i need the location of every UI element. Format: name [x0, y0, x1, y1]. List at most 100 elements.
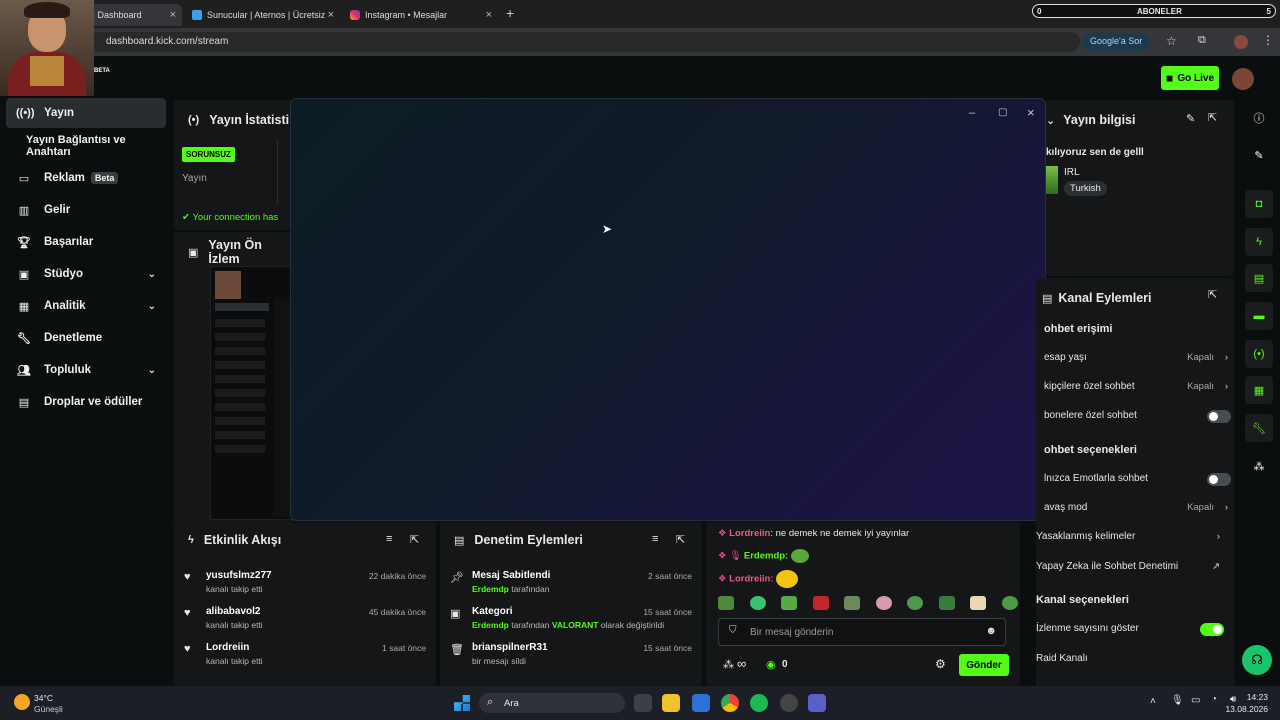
- emote-icon[interactable]: [718, 596, 734, 610]
- clock-time: 14:23: [1246, 692, 1268, 702]
- nodes-icon[interactable]: ⁂: [1245, 452, 1273, 480]
- sidebar-item-studyo[interactable]: ▣ Stüdyo ⌄: [6, 259, 166, 289]
- taskbar: 34°C Güneşli ⌕ Ara ˄ 🎙︎ ▭ ◔ 🔊︎ 14:23 13.…: [0, 686, 1280, 720]
- panel-title: Etkinlik Akışı: [203, 533, 282, 547]
- emote-icon[interactable]: [907, 596, 924, 610]
- popout-icon[interactable]: ⇱: [1208, 111, 1217, 124]
- wifi-icon[interactable]: ◔: [1211, 694, 1217, 705]
- toggle-switch[interactable]: [1200, 623, 1224, 636]
- close-icon[interactable]: ×: [170, 9, 176, 21]
- close-icon[interactable]: ×: [328, 9, 334, 21]
- popout-icon[interactable]: ⇱: [1208, 288, 1217, 301]
- emote-bar: [718, 596, 1018, 614]
- extensions-icon[interactable]: ⧉: [1198, 34, 1206, 47]
- sidebar-item-topluluk[interactable]: 👥︎ Topluluk ⌄: [6, 355, 166, 385]
- instagram-icon: [350, 10, 360, 20]
- tab-aternos[interactable]: Sunucular | Aternos | Ücretsiz M ×: [186, 4, 340, 26]
- sidebar-item-denetleme[interactable]: 🔧︎ Denetleme: [6, 323, 166, 353]
- edit-icon[interactable]: ✎: [1245, 141, 1273, 169]
- tab-dashboard[interactable]: ‹ Dashboard ×: [86, 4, 182, 26]
- minimize-icon[interactable]: –: [969, 107, 975, 119]
- url-field[interactable]: dashboard.kick.com/stream: [90, 32, 1080, 52]
- filter-icon[interactable]: ≡: [652, 533, 658, 545]
- toggle-switch[interactable]: [1207, 473, 1231, 486]
- category-thumbnail: [1046, 166, 1058, 194]
- sidebar-item-gelir[interactable]: ▥ Gelir: [6, 195, 166, 225]
- sidebar-item-analitik[interactable]: ▦ Analitik ⌄: [6, 291, 166, 321]
- nodes-icon[interactable]: ⁂: [723, 658, 734, 671]
- chart-icon: ▥: [18, 204, 30, 217]
- emote-icon[interactable]: [749, 596, 766, 610]
- emote-icon[interactable]: [812, 596, 829, 610]
- layout-icon[interactable]: ▦: [1245, 376, 1273, 404]
- google-ask-button[interactable]: Google'a Sor: [1082, 33, 1151, 51]
- cursor-icon: ➤: [602, 222, 613, 236]
- chat-icon[interactable]: ▬: [1245, 302, 1273, 330]
- drops-icon: ▤: [18, 396, 30, 409]
- wrench-icon[interactable]: 🔧︎: [1245, 414, 1273, 442]
- dashboard-header: BETA ◼ Go Live: [0, 56, 1280, 98]
- sidebar-item-yayin[interactable]: ((•)) Yayın: [6, 98, 166, 128]
- weather-text: Güneşli: [34, 704, 63, 714]
- chat-input[interactable]: ⛉ Bir mesaj gönderin ☻: [718, 618, 1006, 646]
- file-explorer-icon[interactable]: [662, 694, 680, 712]
- wrench-icon: 🔧︎: [17, 332, 31, 345]
- popout-icon[interactable]: ⇱: [676, 533, 685, 546]
- language-tag: Turkish: [1064, 181, 1107, 196]
- floating-window[interactable]: – ▢ × ➤: [290, 98, 1046, 521]
- emote-icon[interactable]: [938, 596, 955, 610]
- teams-icon[interactable]: [808, 694, 826, 712]
- star-icon[interactable]: ☆: [1166, 34, 1177, 48]
- go-live-button[interactable]: ◼ Go Live: [1161, 66, 1219, 90]
- emote-icon[interactable]: [844, 596, 861, 610]
- monitor-icon[interactable]: ▭: [1191, 695, 1200, 706]
- toggle-switch[interactable]: [1207, 410, 1231, 423]
- menu-icon[interactable]: ⋮: [1262, 33, 1274, 47]
- sidebar-item-basarilar[interactable]: 🏆︎ Başarılar: [6, 227, 166, 257]
- notes-icon[interactable]: ▤: [1245, 264, 1273, 292]
- filter-icon[interactable]: ≡: [386, 533, 392, 545]
- windows-start-icon[interactable]: [454, 695, 470, 711]
- new-tab-button[interactable]: +: [506, 5, 514, 21]
- sidebar-item-reklam[interactable]: ▭ Reklam Beta: [6, 163, 166, 193]
- maximize-icon[interactable]: ▢: [998, 107, 1007, 118]
- broadcast-icon[interactable]: (•): [1245, 340, 1273, 368]
- emote-icon[interactable]: [970, 596, 987, 610]
- badge-icon: ❖: [718, 550, 727, 562]
- close-icon[interactable]: ×: [486, 9, 492, 21]
- profile-avatar[interactable]: [1234, 35, 1248, 49]
- user-avatar[interactable]: [1232, 68, 1254, 90]
- task-view-icon[interactable]: [634, 694, 652, 712]
- emote-icon[interactable]: [781, 596, 798, 610]
- chrome-icon[interactable]: [721, 694, 739, 712]
- app-icon[interactable]: [780, 694, 798, 712]
- chevron-up-icon[interactable]: ˄: [1150, 696, 1156, 707]
- edit-icon[interactable]: ✎: [1186, 112, 1195, 125]
- send-button[interactable]: Gönder: [959, 654, 1009, 676]
- support-icon[interactable]: ☊: [1242, 645, 1272, 675]
- chat-panel: ❖ Lordreiin: ne demek ne demek iyi yayın…: [706, 522, 1020, 686]
- mic-icon[interactable]: 🎙︎: [1171, 695, 1184, 706]
- status-badge: SORUNSUZ: [182, 147, 235, 162]
- sidebar-item-stream-key[interactable]: Yayın Bağlantısı ve Anahtarı: [6, 131, 166, 161]
- panel-title: Kanal Eylemleri: [1058, 291, 1152, 305]
- chat-message: ❖ Lordreiin:: [718, 570, 799, 588]
- popout-icon[interactable]: ⇱: [410, 533, 419, 546]
- spotify-icon[interactable]: [750, 694, 768, 712]
- tab-instagram[interactable]: Instagram • Mesajlar ×: [344, 4, 498, 26]
- trash-icon: 🗑︎: [450, 644, 464, 656]
- emote-icon[interactable]: [875, 596, 892, 610]
- taskbar-search[interactable]: ⌕ Ara: [479, 693, 625, 713]
- search-icon: ⌕: [487, 696, 494, 708]
- store-icon[interactable]: [692, 694, 710, 712]
- emote-icon[interactable]: [1001, 596, 1018, 610]
- close-icon[interactable]: ×: [1027, 105, 1035, 120]
- badge-icon: ❖: [718, 573, 727, 585]
- preview-video[interactable]: [210, 266, 294, 520]
- screen-icon[interactable]: ◘: [1245, 190, 1273, 218]
- gear-icon[interactable]: ⚙: [935, 657, 946, 671]
- sidebar-item-droplar[interactable]: ▤ Droplar ve ödüller: [6, 387, 166, 417]
- emoji-icon[interactable]: ☻: [985, 625, 997, 637]
- lightning-icon[interactable]: ϟ: [1245, 228, 1273, 256]
- info-icon[interactable]: ⓘ: [1245, 104, 1273, 132]
